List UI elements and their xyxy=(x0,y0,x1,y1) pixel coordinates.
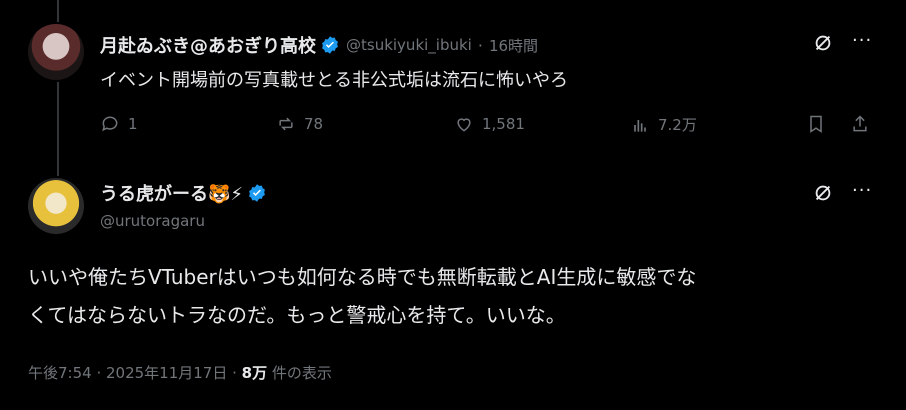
bookmark-button[interactable] xyxy=(806,114,834,134)
grok-icon[interactable] xyxy=(812,32,834,58)
handle[interactable]: @tsukiyuki_ibuki xyxy=(346,36,472,54)
reply-count: 1 xyxy=(128,115,138,133)
post-text-line: いいや俺たちVTuberはいつも如何なる時でも無断転載とAI生成に敏感でな xyxy=(28,265,697,289)
avatar[interactable] xyxy=(28,24,84,80)
display-name[interactable]: 月赴ゐぶき@あおぎり高校 xyxy=(100,32,316,58)
timestamp[interactable]: 16時間 xyxy=(489,35,538,56)
thread-line-top xyxy=(57,0,59,22)
heart-icon xyxy=(457,118,471,132)
handle[interactable]: @urutoragaru xyxy=(100,212,205,230)
tweet-text: イベント開場前の写真載せとる非公式垢は流石に怖いやろ xyxy=(100,70,568,91)
post-text: いいや俺たちVTuberはいつも如何なる時でも無断転載とAI生成に敏感でな くて… xyxy=(28,258,878,334)
views-button[interactable]: 7.2万 xyxy=(630,114,697,135)
post-meta: 午後7:54 · 2025年11月17日 · 8万 件の表示 xyxy=(28,362,332,383)
verified-badge-icon xyxy=(322,36,338,54)
tweet-header: 月赴ゐぶき@あおぎり高校 @tsukiyuki_ibuki · 16時間 xyxy=(100,32,538,58)
more-options-icon[interactable]: ··· xyxy=(852,180,872,201)
bookmark-icon xyxy=(810,115,822,133)
more-options-icon[interactable]: ··· xyxy=(852,30,872,51)
reply-icon xyxy=(102,116,118,132)
post-text-line: くてはならないトラなのだ。もっと警戒心を持て。いいな。 xyxy=(28,303,566,327)
post-timestamp[interactable]: 午後7:54 · 2025年11月17日 · xyxy=(28,364,242,382)
view-count: 7.2万 xyxy=(658,116,697,134)
post-header: うる虎がーる🐯⚡ xyxy=(100,180,267,206)
verified-badge-icon xyxy=(249,184,265,202)
like-button[interactable]: 1,581 xyxy=(454,114,525,134)
views-count[interactable]: 8万 xyxy=(242,364,267,382)
separator-dot: · xyxy=(477,35,483,55)
tweet-actions: 1 78 1,581 7.2万 xyxy=(100,114,880,142)
like-count: 1,581 xyxy=(482,115,525,133)
grok-icon[interactable] xyxy=(812,182,834,208)
repost-button[interactable]: 78 xyxy=(276,114,323,134)
share-button[interactable] xyxy=(850,114,878,134)
repost-icon xyxy=(279,117,293,131)
handle-row: @urutoragaru xyxy=(100,212,205,230)
display-name[interactable]: うる虎がーる🐯⚡ xyxy=(100,180,243,206)
share-icon xyxy=(853,115,867,132)
avatar[interactable] xyxy=(28,178,84,234)
thread-connector xyxy=(57,82,59,176)
repost-count: 78 xyxy=(304,115,324,133)
views-label: 件の表示 xyxy=(267,364,332,382)
reply-button[interactable]: 1 xyxy=(100,114,138,134)
analytics-icon xyxy=(634,119,646,132)
